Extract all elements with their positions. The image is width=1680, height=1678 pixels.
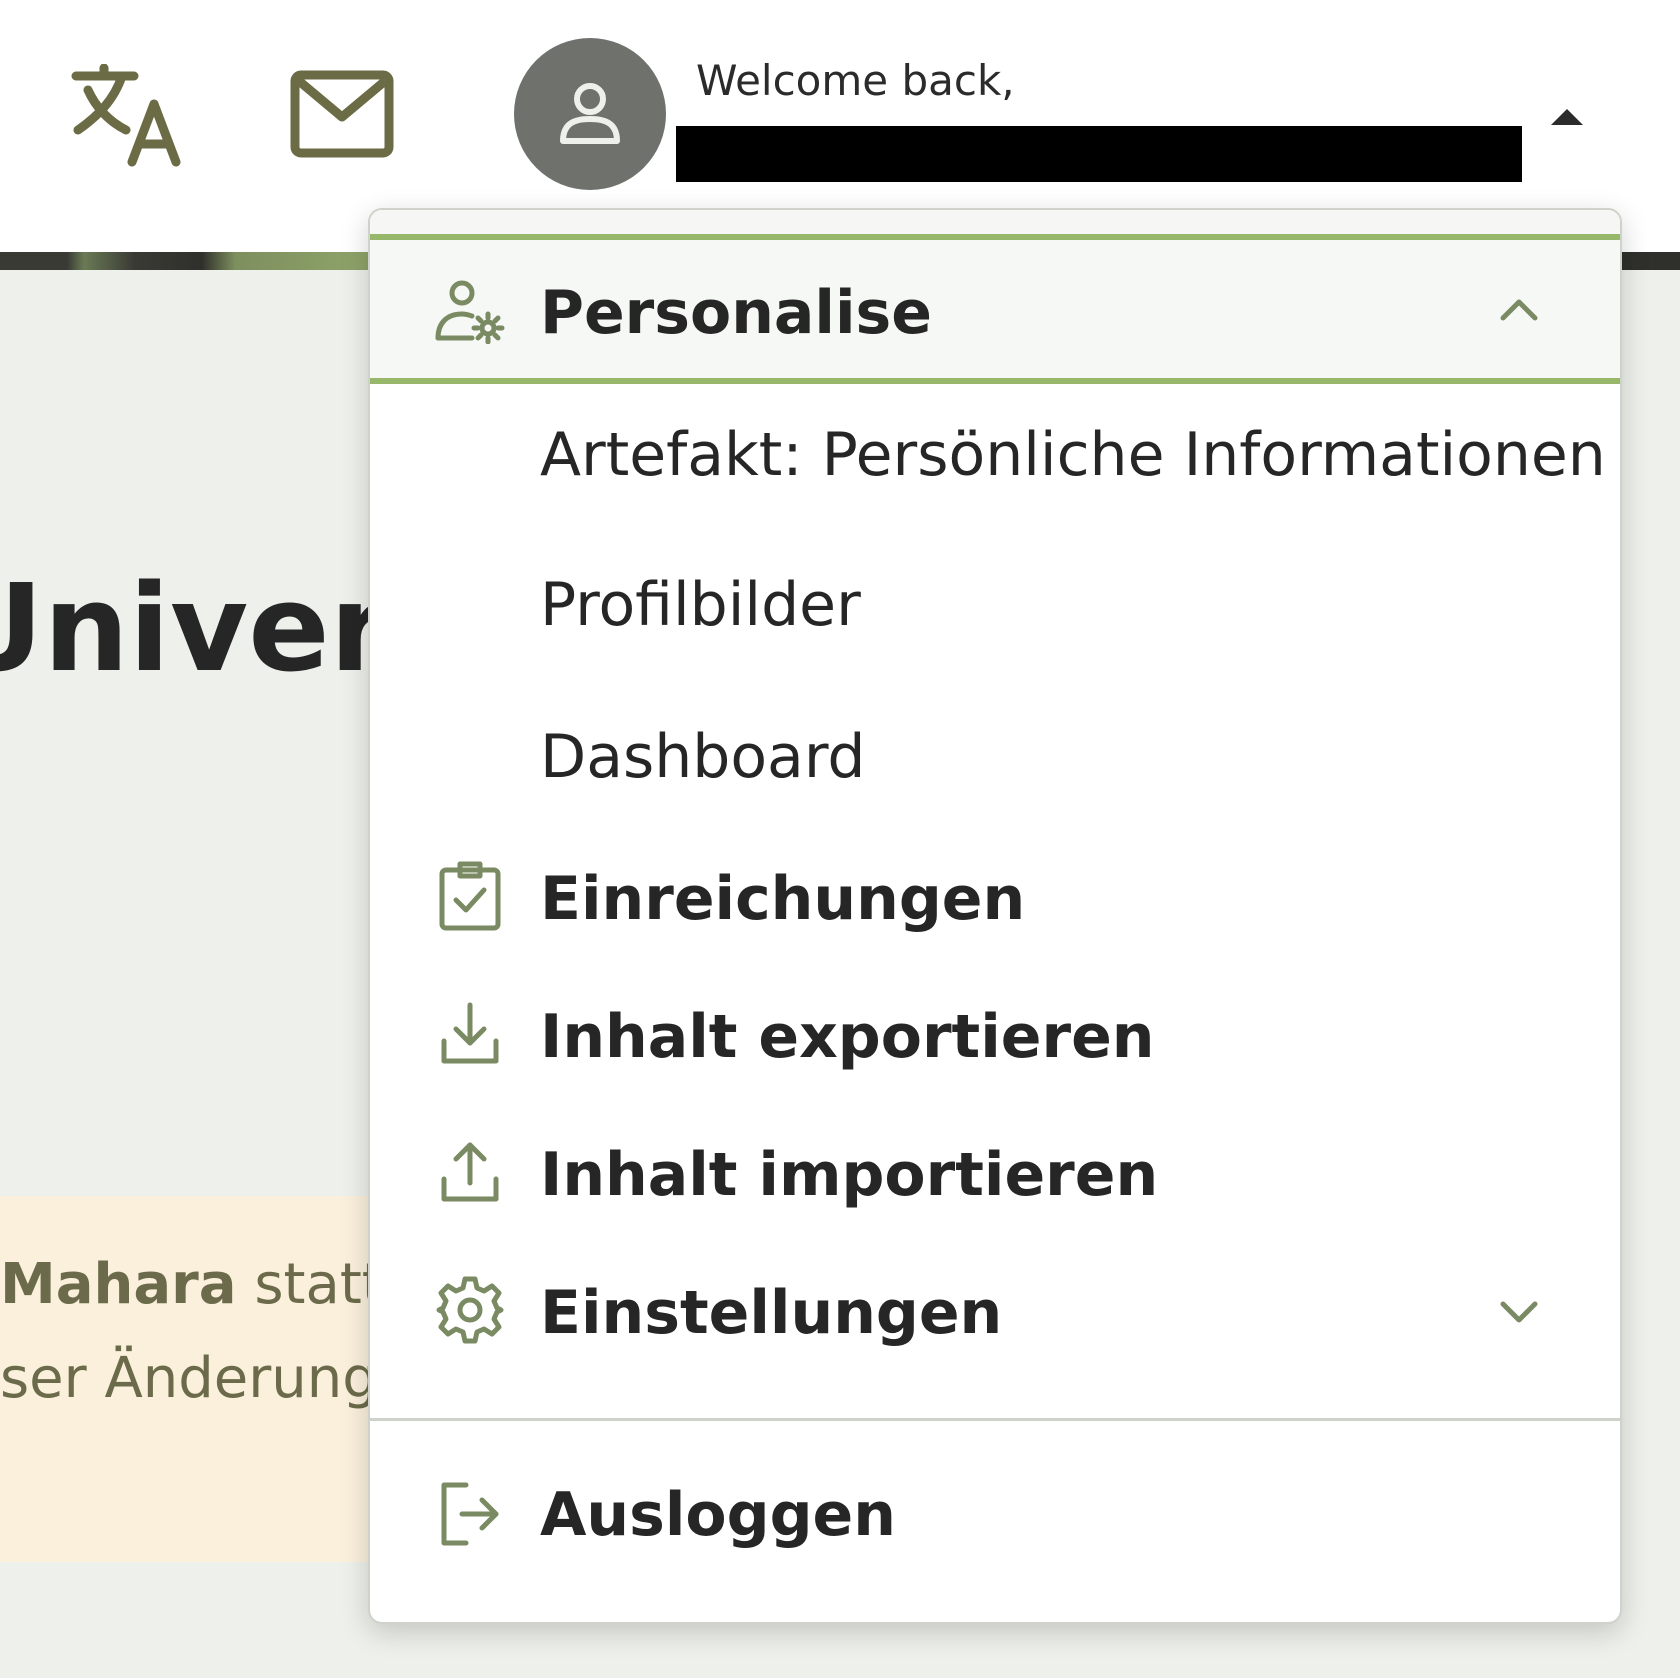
- user-menu-toggle[interactable]: [1542, 96, 1592, 136]
- upload-icon: [434, 1136, 506, 1208]
- chevron-up-icon: [1494, 290, 1544, 330]
- menu-section-personalise[interactable]: Personalise: [370, 234, 1620, 384]
- menu-item-label: Einreichungen: [540, 864, 1026, 934]
- chevron-down-icon[interactable]: [1494, 1292, 1544, 1332]
- menu-item-label: Artefakt: Persönliche Informationen: [540, 420, 1606, 490]
- notice-text-line2: ser Änderung: [0, 1346, 378, 1411]
- user-dropdown-menu: Personalise Artefakt: Persönliche Inform…: [368, 208, 1622, 1624]
- notice-bold-text: Mahara: [0, 1252, 237, 1317]
- menu-divider: [370, 1418, 1620, 1421]
- avatar[interactable]: [514, 38, 666, 190]
- translate-icon: [71, 64, 181, 167]
- menu-item-label: Einstellungen: [540, 1278, 1003, 1348]
- submenu-item-dashboard[interactable]: Dashboard: [370, 694, 1620, 810]
- user-settings-icon: [434, 276, 506, 348]
- dropdown-top: [370, 210, 1620, 234]
- notice-rest-text: statt: [236, 1252, 384, 1317]
- caret-up-icon: [1551, 109, 1583, 125]
- gear-icon: [434, 1274, 506, 1346]
- logout-icon: [434, 1478, 506, 1550]
- menu-item-label: Dashboard: [540, 722, 866, 792]
- welcome-text: Welcome back,: [696, 56, 1015, 105]
- menu-item-submissions[interactable]: Einreichungen: [370, 838, 1620, 958]
- clipboard-check-icon: [434, 860, 506, 932]
- download-icon: [434, 998, 506, 1070]
- menu-item-import[interactable]: Inhalt importieren: [370, 1114, 1620, 1234]
- menu-item-export[interactable]: Inhalt exportieren: [370, 976, 1620, 1096]
- menu-item-logout[interactable]: Ausloggen: [370, 1454, 1620, 1574]
- menu-item-label: Inhalt importieren: [540, 1140, 1159, 1210]
- user-icon: [560, 83, 620, 144]
- menu-item-settings[interactable]: Einstellungen: [370, 1252, 1620, 1372]
- redacted-username: [676, 126, 1522, 182]
- menu-section-title: Personalise: [540, 278, 932, 348]
- submenu-item-profile-pictures[interactable]: Profilbilder: [370, 540, 1620, 656]
- mail-icon: [290, 70, 394, 158]
- messages-button[interactable]: [286, 66, 398, 162]
- notice-text-line1: Mahara statt: [0, 1252, 384, 1317]
- language-button[interactable]: [68, 60, 188, 172]
- submenu-item-personal-info[interactable]: Artefakt: Persönliche Informationen: [370, 390, 1620, 506]
- menu-item-label: Ausloggen: [540, 1480, 896, 1550]
- menu-item-label: Profilbilder: [540, 570, 861, 640]
- menu-item-label: Inhalt exportieren: [540, 1002, 1155, 1072]
